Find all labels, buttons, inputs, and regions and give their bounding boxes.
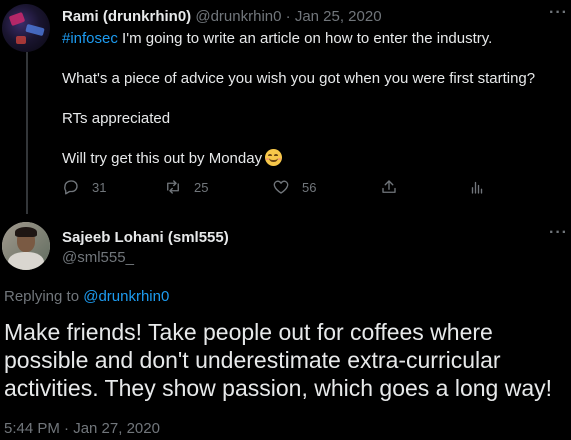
tweet-header: Rami (drunkrhin0) @drunkrhin0 · Jan 25, … (62, 8, 382, 26)
avatar-detail (15, 227, 37, 237)
share-icon (382, 180, 396, 193)
avatar-detail (16, 36, 26, 44)
tweet-actions: 31 25 56 (62, 178, 502, 200)
hashtag-link[interactable]: #infosec (62, 30, 118, 47)
analytics-button[interactable] (468, 178, 486, 196)
tweet-text-line: What's a piece of advice you wish you go… (62, 70, 536, 87)
replying-to: Replying to @drunkrhin0 (4, 288, 169, 306)
more-options-icon[interactable]: ··· (549, 4, 568, 22)
like-button[interactable]: 56 (272, 178, 316, 196)
reply-icon (64, 180, 78, 195)
analytics-icon (471, 181, 483, 194)
retweet-icon (167, 180, 179, 194)
tweet-text-line: possible and don't underestimate extra-c… (4, 347, 501, 373)
avatar-detail (8, 11, 26, 27)
tweet-text-line: #infosec I'm going to write an article o… (62, 29, 492, 49)
tweet-text: Will try get this out by Monday (62, 150, 263, 167)
share-button[interactable] (380, 178, 398, 196)
tweet-timestamp[interactable]: 5:44 PM · Jan 27, 2020 (4, 420, 160, 438)
author-handle[interactable]: @drunkrhin0 (195, 8, 281, 25)
avatar-detail (8, 252, 44, 270)
replying-prefix: Replying to (4, 288, 84, 305)
retweet-count: 25 (194, 179, 209, 195)
parent-tweet[interactable]: Rami (drunkrhin0) @drunkrhin0 · Jan 25, … (0, 0, 571, 214)
author-name[interactable]: Rami (drunkrhin0) (62, 8, 191, 25)
mention-link[interactable]: @drunkrhin0 (83, 288, 169, 305)
author-name[interactable]: Sajeeb Lohani (sml555) (62, 229, 229, 247)
tweet-text-line: Will try get this out by Monday (62, 149, 283, 169)
reply-button[interactable]: 31 (62, 178, 106, 196)
tweet-text: I'm going to write an article on how to … (117, 30, 493, 47)
avatar[interactable] (2, 4, 50, 52)
author-handle[interactable]: @sml555_ (62, 249, 134, 267)
avatar[interactable] (2, 222, 50, 270)
smiling-face-emoji-icon (265, 149, 283, 166)
tweet-date[interactable]: Jan 25, 2020 (295, 8, 382, 25)
separator: · (285, 8, 291, 25)
more-options-icon[interactable]: ··· (549, 224, 568, 242)
tweet-text-line: activities. They show passion, which goe… (4, 375, 553, 401)
retweet-button[interactable]: 25 (164, 178, 208, 196)
thread-connector-line (26, 52, 28, 214)
tweet-text-line: RTs appreciated (62, 110, 171, 127)
reply-count: 31 (92, 179, 107, 195)
avatar-detail (25, 23, 45, 37)
tweet-text-line: Make friends! Take people out for coffee… (4, 319, 493, 345)
like-count: 56 (302, 179, 317, 195)
heart-icon (273, 180, 289, 194)
reply-tweet-text: Make friends! Take people out for coffee… (4, 318, 569, 402)
